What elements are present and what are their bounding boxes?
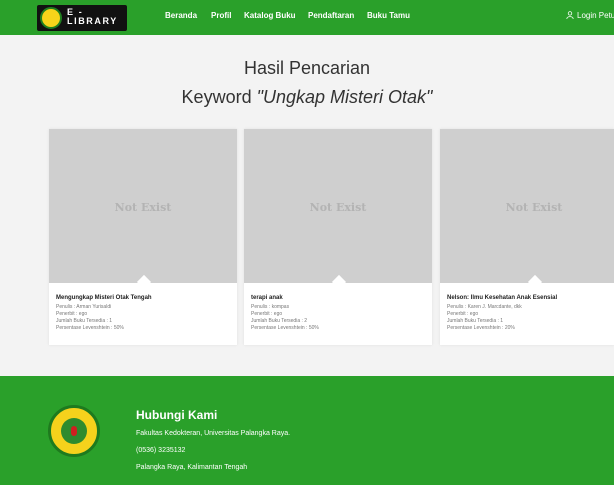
book-cover-placeholder: Not Exist (440, 129, 614, 283)
book-publisher: Penerbit : ego (56, 311, 88, 317)
book-card[interactable]: Not Exist terapi anak Penulis : kompas P… (244, 129, 432, 345)
book-cover-placeholder: Not Exist (49, 129, 237, 283)
nav-profil[interactable]: Profil (211, 11, 231, 20)
book-title[interactable]: Mengungkap Misteri Otak Tengah (56, 295, 152, 301)
login-link[interactable]: Login Petu (566, 11, 614, 20)
book-author: Penulis : Karen J. Marcdante, dkk (447, 304, 522, 310)
book-card[interactable]: Not Exist Nelson: Ilmu Kesehatan Anak Es… (440, 129, 614, 345)
nav-pendaftaran[interactable]: Pendaftaran (308, 11, 354, 20)
login-label: Login Petu (577, 11, 614, 20)
nav-beranda[interactable]: Beranda (165, 11, 197, 20)
book-stock: Jumlah Buku Tersedia : 1 (56, 318, 113, 324)
cover-placeholder-text: Not Exist (505, 201, 563, 214)
seal-emblem (71, 426, 77, 436)
keyword-label: Keyword (181, 87, 257, 107)
footer-address: Fakultas Kedokteran, Universitas Palangk… (136, 430, 291, 437)
user-icon (566, 11, 574, 19)
seal-inner (61, 418, 87, 444)
book-levenshtein: Persentase Levenshtein : 20% (447, 325, 515, 331)
book-cover-placeholder: Not Exist (244, 129, 432, 283)
brand-text: E - LIBRARY (67, 8, 125, 26)
book-card[interactable]: Not Exist Mengungkap Misteri Otak Tengah… (49, 129, 237, 345)
footer-city: Palangka Raya, Kalimantan Tengah (136, 464, 248, 471)
footer-phone: (0536) 3235132 (136, 447, 186, 454)
cover-placeholder-text: Not Exist (309, 201, 367, 214)
book-author: Penulis : Arman Yurisaldi (56, 304, 112, 310)
brand-logo-link[interactable]: E - LIBRARY (37, 5, 127, 31)
book-title[interactable]: terapi anak (251, 295, 283, 301)
book-author: Penulis : kompas (251, 304, 290, 310)
top-navbar: E - LIBRARY Beranda Profil Katalog Buku … (0, 0, 614, 35)
keyword-line: Keyword "Ungkap Misteri Otak" (0, 87, 614, 108)
book-publisher: Penerbit : ego (447, 311, 479, 317)
book-stock: Jumlah Buku Tersedia : 2 (251, 318, 308, 324)
book-publisher: Penerbit : ego (251, 311, 283, 317)
cover-placeholder-text: Not Exist (114, 201, 172, 214)
book-levenshtein: Persentase Levenshtein : 50% (56, 325, 124, 331)
university-logo-icon (40, 7, 62, 29)
book-title[interactable]: Nelson: Ilmu Kesehatan Anak Esensial (447, 295, 557, 301)
page-title: Hasil Pencarian (243, 58, 371, 78)
footer-title: Hubungi Kami (136, 408, 218, 422)
keyword-value: "Ungkap Misteri Otak" (256, 87, 433, 107)
university-seal-icon (48, 405, 100, 457)
book-levenshtein: Persentase Levenshtein : 50% (251, 325, 319, 331)
book-stock: Jumlah Buku Tersedia : 1 (447, 318, 504, 324)
nav-katalog-buku[interactable]: Katalog Buku (244, 11, 296, 20)
nav-buku-tamu[interactable]: Buku Tamu (367, 11, 410, 20)
brand-line2: LIBRARY (67, 16, 118, 26)
